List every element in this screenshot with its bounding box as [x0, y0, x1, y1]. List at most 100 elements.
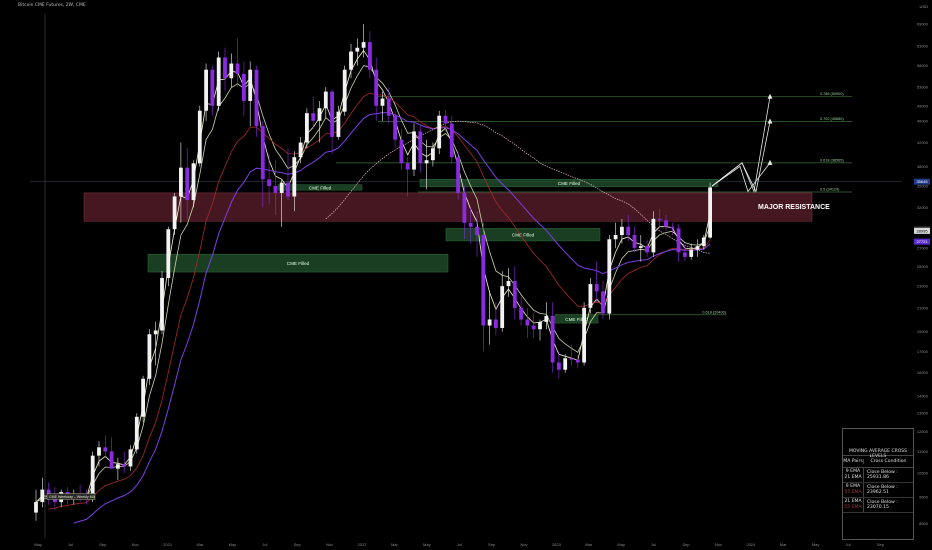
fib-level-label: 0.5 (34129)	[820, 188, 840, 192]
candle-body	[443, 115, 448, 124]
candle-body	[500, 286, 505, 328]
ma-table-row: 9 EMA 55 EMA Close Below : 23962.51	[843, 483, 913, 498]
candle-body	[172, 196, 177, 230]
candle-body	[531, 325, 536, 330]
x-tick-label: May	[423, 542, 431, 547]
projection-arrowhead	[767, 118, 773, 124]
y-tick-label: 27000	[917, 245, 929, 250]
fib-level-label: 0.618 (20400)	[702, 310, 726, 314]
candle-body	[273, 186, 278, 193]
candle-body	[582, 307, 586, 363]
cross-condition: Close Below : 23962.51	[867, 485, 898, 495]
y-tick-label: 58000	[917, 63, 929, 68]
candle-body	[664, 220, 668, 227]
x-tick-label: 2023	[552, 542, 562, 547]
y-tick-label: 11500	[917, 449, 929, 454]
candle-body	[141, 378, 145, 417]
y-tick-label: 53000	[917, 85, 929, 90]
candle-body	[657, 218, 662, 221]
y-tick-label: 12500	[917, 429, 929, 434]
chart-title: Bitcoin CME Futures, 2W, CME	[18, 3, 86, 8]
candle-body	[405, 163, 410, 170]
x-tick-label: Sep	[877, 542, 885, 547]
candle-body	[676, 228, 681, 253]
x-tick-label: Nov	[326, 542, 333, 547]
projection-path	[711, 162, 771, 193]
candle-body	[103, 447, 108, 452]
y-tick-label: 69000	[917, 22, 929, 27]
candle-body	[122, 464, 127, 467]
x-tick-label: 2021	[163, 542, 173, 547]
candle-body	[456, 157, 460, 193]
y-tick-label: 21000	[917, 305, 929, 310]
candle-body	[235, 63, 240, 74]
candle-body	[185, 167, 190, 201]
ma-table-row: 21 EMA 55 EMA Close Below : 23070.15	[843, 498, 913, 513]
candle-body	[399, 139, 404, 164]
x-tick-label: May	[34, 542, 42, 547]
candle-body	[248, 69, 253, 101]
y-tick-label: 46000	[917, 118, 929, 123]
y-tick-label: 32000	[917, 205, 929, 210]
cross-condition-header: Cross Condition	[870, 459, 907, 464]
y-tick-label: 13500	[917, 411, 929, 416]
y-tick-label: 38000	[917, 164, 929, 169]
ma-table-row: 9 EMA 21 EMA Close Below : 25931.86	[843, 468, 913, 483]
resistance-label: MAJOR RESISTANCE	[758, 204, 830, 211]
y-tick-label: 63000	[917, 43, 929, 48]
y-tick-label: 25000	[917, 264, 929, 269]
x-tick-label: Nov	[132, 542, 139, 547]
candle-body	[40, 489, 45, 503]
candle-body	[620, 226, 624, 236]
candle-body	[116, 464, 120, 469]
cross-condition: Close Below : 25931.86	[867, 470, 898, 480]
candle-body	[651, 218, 656, 253]
x-tick-label: May	[812, 542, 820, 547]
candle-body	[223, 57, 227, 79]
projection-arrowhead	[767, 93, 773, 99]
x-tick-label: Sep	[294, 542, 302, 547]
candle-body	[437, 115, 442, 149]
candle-body	[468, 222, 473, 227]
x-tick-label: Jul	[262, 542, 267, 547]
candle-body	[487, 319, 492, 326]
x-tick-label: Sep	[99, 542, 107, 547]
x-tick-label: Mar	[197, 542, 205, 547]
candle-body	[374, 69, 379, 106]
candle-body	[311, 113, 316, 121]
candle-body	[128, 449, 133, 467]
candle-body	[292, 157, 297, 197]
candle-body	[481, 235, 486, 326]
candle-body	[286, 182, 290, 197]
candle-body	[525, 319, 530, 326]
x-tick-label: 2024	[746, 542, 756, 547]
candle-body	[147, 334, 152, 379]
y-tick-label: 17500	[917, 349, 929, 354]
candle-body	[210, 69, 215, 106]
candle-body	[216, 57, 221, 106]
candle-body	[380, 98, 385, 106]
x-tick-label: May	[229, 542, 237, 547]
candle-body	[336, 111, 341, 137]
candle-body	[355, 47, 360, 52]
x-tick-label: Nov	[715, 542, 722, 547]
y-tick-label: 9500	[919, 495, 929, 500]
candle-body	[519, 307, 523, 320]
candle-body	[349, 51, 353, 70]
fib-level-label: 0.786 (50900)	[820, 92, 844, 96]
cme-filled-label: CME Filled	[512, 233, 535, 238]
price-chart[interactable]: MAJOR RESISTANCE CME Filled CME Filled CME …	[0, 0, 932, 550]
y-tick-label: 42000	[917, 140, 929, 145]
candle-body	[330, 91, 334, 137]
candle-body	[134, 416, 139, 450]
y-tick-label: 49000	[917, 103, 929, 108]
candle-body	[393, 115, 397, 140]
candle-body	[342, 69, 347, 112]
candle-body	[412, 131, 416, 170]
x-tick-label: Jul	[845, 542, 850, 547]
candle-body	[601, 291, 605, 314]
candle-body	[109, 451, 114, 469]
candle-body	[323, 91, 328, 109]
fib-level-label: 0.702 (45880)	[820, 117, 844, 121]
candle-body	[368, 42, 372, 70]
